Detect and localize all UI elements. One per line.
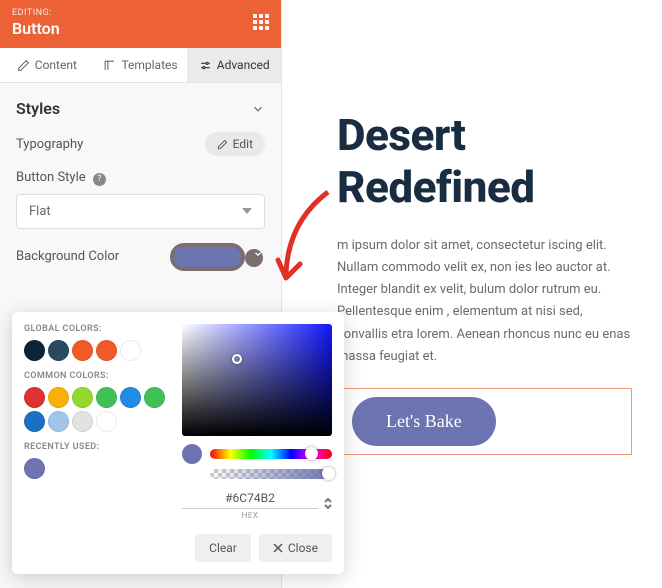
pencil-icon	[217, 139, 228, 150]
tab-advanced-label: Advanced	[217, 58, 270, 72]
bg-color-label: Background Color	[16, 249, 119, 264]
chevron-up-icon	[324, 498, 332, 503]
sv-cursor[interactable]	[232, 354, 242, 364]
common-color-swatches	[24, 387, 170, 432]
clear-button[interactable]: Clear	[195, 534, 251, 562]
pencil-icon	[17, 59, 30, 72]
color-swatch[interactable]	[48, 411, 69, 432]
color-swatch[interactable]	[72, 340, 93, 361]
color-swatch[interactable]	[24, 340, 45, 361]
global-color-swatches	[24, 340, 170, 361]
body-text: m ipsum dolor sit amet, consectetur isci…	[337, 235, 632, 368]
color-swatch[interactable]	[24, 458, 45, 479]
hex-input[interactable]	[182, 488, 318, 509]
recent-color-swatches	[24, 458, 170, 479]
color-picker-popover: GLOBAL COLORS: COMMON COLORS: RECENTLY U…	[12, 312, 344, 574]
color-swatch[interactable]	[24, 411, 45, 432]
color-swatch[interactable]	[48, 387, 69, 408]
current-color-swatch	[182, 444, 202, 464]
tab-advanced[interactable]: Advanced	[187, 48, 281, 82]
typography-row: Typography Edit	[16, 132, 265, 156]
page-title: Desert Redefined	[337, 110, 632, 213]
title-line-2: Redefined	[337, 161, 535, 213]
global-colors-label: GLOBAL COLORS:	[24, 324, 170, 334]
title-line-1: Desert	[337, 109, 465, 161]
cta-button[interactable]: Let's Bake	[352, 397, 496, 446]
tab-content-label: Content	[35, 58, 77, 72]
color-swatch[interactable]	[96, 340, 117, 361]
edit-label: Edit	[233, 137, 253, 151]
format-stepper[interactable]	[324, 498, 332, 509]
color-swatch[interactable]	[72, 411, 93, 432]
editing-label: EDITING:	[12, 8, 269, 18]
templates-icon	[103, 59, 116, 72]
saturation-value-field[interactable]	[182, 324, 332, 436]
color-swatch[interactable]	[144, 387, 165, 408]
chevron-down-icon	[324, 504, 332, 509]
tabs: Content Templates Advanced	[0, 48, 281, 83]
button-style-select[interactable]: Flat	[16, 194, 265, 229]
close-button[interactable]: Close	[259, 534, 332, 562]
color-swatch[interactable]	[96, 411, 117, 432]
alpha-slider[interactable]	[210, 469, 332, 479]
color-swatch[interactable]	[48, 340, 69, 361]
panel-header: EDITING: Button	[0, 0, 281, 48]
hue-slider[interactable]	[210, 449, 332, 459]
color-swatch[interactable]	[120, 340, 141, 361]
help-icon[interactable]: ?	[93, 173, 106, 186]
styles-heading: Styles	[16, 99, 60, 118]
button-style-label-row: Button Style ?	[16, 170, 265, 186]
close-label: Close	[288, 541, 318, 555]
color-swatch[interactable]	[72, 387, 93, 408]
tab-templates-label: Templates	[121, 58, 177, 72]
bg-color-row: Background Color	[16, 243, 265, 271]
chevron-down-icon	[251, 102, 265, 116]
modules-icon[interactable]	[253, 14, 269, 30]
hue-thumb[interactable]	[305, 447, 318, 460]
chevron-down-icon	[253, 249, 263, 259]
caret-down-icon	[242, 208, 252, 214]
alpha-thumb[interactable]	[322, 467, 335, 480]
sliders-icon	[199, 59, 212, 72]
hex-sublabel: HEX	[182, 511, 318, 520]
common-colors-label: COMMON COLORS:	[24, 371, 170, 381]
edit-typography-button[interactable]: Edit	[205, 132, 265, 156]
button-selection-outline[interactable]: Let's Bake	[337, 388, 632, 455]
color-swatch[interactable]	[120, 387, 141, 408]
tab-content[interactable]: Content	[0, 48, 94, 82]
bg-color-swatch[interactable]	[170, 243, 245, 271]
color-swatch[interactable]	[24, 387, 45, 408]
tab-templates[interactable]: Templates	[94, 48, 188, 82]
recent-colors-label: RECENTLY USED:	[24, 442, 170, 452]
close-icon	[273, 543, 283, 553]
styles-header[interactable]: Styles	[16, 99, 265, 118]
color-swatch[interactable]	[96, 387, 117, 408]
button-style-label: Button Style	[16, 170, 86, 185]
styles-section: Styles Typography Edit Button Style ? Fl…	[0, 83, 281, 293]
editing-element: Button	[12, 19, 269, 38]
button-style-value: Flat	[29, 204, 51, 219]
typography-label: Typography	[16, 137, 83, 152]
